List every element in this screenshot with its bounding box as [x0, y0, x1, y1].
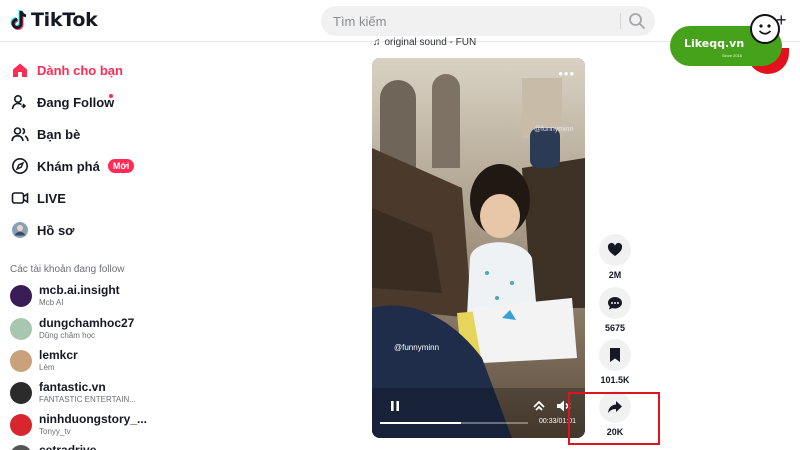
account-username: lemkcr — [39, 348, 78, 362]
following-account-item[interactable]: ninhduongstory_... Tonyy_tv — [10, 412, 160, 440]
profile-avatar-icon — [11, 221, 29, 239]
comment-action[interactable]: 5675 — [598, 287, 632, 333]
smiley-icon — [750, 14, 780, 44]
sidebar-item-label: Dành cho bạn — [37, 62, 123, 78]
live-icon — [11, 189, 29, 207]
account-display-name: Lèm — [39, 363, 55, 372]
avatar — [10, 382, 32, 404]
following-account-item[interactable]: fantastic.vn FANTASTIC ENTERTAIN... — [10, 380, 160, 408]
sidebar-item-friends[interactable]: Bạn bè — [11, 122, 80, 146]
sidebar-item-profile[interactable]: Hồ sơ — [11, 218, 74, 242]
logo-text: TikTok — [31, 9, 98, 31]
more-options-icon[interactable]: ••• — [558, 67, 575, 80]
sidebar-item-label: Đang Follow — [37, 94, 115, 110]
like-action[interactable]: 2M — [598, 234, 632, 280]
video-progress-fill — [380, 422, 462, 424]
bookmark-icon — [610, 348, 620, 362]
like-count: 2M — [608, 270, 622, 280]
account-display-name: Tonyy_tv — [39, 427, 71, 436]
like-button[interactable] — [599, 234, 631, 266]
music-note-icon: ♫ — [373, 37, 381, 48]
account-display-name: Mcb AI — [39, 298, 64, 307]
avatar — [10, 445, 32, 450]
comment-count: 5675 — [604, 323, 626, 333]
following-account-item[interactable]: lemkcr Lèm — [10, 348, 160, 376]
account-username: cetradrive — [39, 443, 97, 450]
video-watermark: @funnyminn — [394, 343, 440, 352]
comment-icon — [608, 297, 622, 310]
following-account-item[interactable]: dungchamhoc27 Dũng chăm học — [10, 316, 160, 344]
pause-icon[interactable] — [389, 400, 401, 412]
avatar — [10, 350, 32, 372]
sidebar-item-live[interactable]: LIVE — [11, 186, 66, 210]
search-bar[interactable]: Tìm kiếm — [321, 6, 655, 36]
search-input[interactable]: Tìm kiếm — [333, 14, 386, 29]
account-username: fantastic.vn — [39, 380, 106, 394]
heart-icon — [607, 242, 623, 256]
sidebar: Dành cho bạn Đang Follow Bạn bè Khám phá… — [0, 42, 160, 450]
tiktok-note-icon — [10, 10, 27, 30]
video-watermark-top: @funnyminn — [534, 126, 574, 133]
share-highlight-box — [568, 392, 660, 445]
notification-dot — [109, 94, 113, 98]
video-player[interactable]: ••• @funnyminn @funnyminn 00:33/01:01 — [372, 58, 585, 438]
sidebar-item-label: LIVE — [37, 190, 66, 206]
following-account-item[interactable]: mcb.ai.insight Mcb AI — [10, 283, 160, 311]
account-display-name: Dũng chăm học — [39, 331, 96, 340]
video-frame — [372, 58, 585, 438]
account-display-name: FANTASTIC ENTERTAIN... — [39, 395, 136, 404]
following-icon — [11, 93, 29, 111]
tiktok-logo[interactable]: TikTok — [10, 9, 98, 31]
bookmark-action[interactable]: 101.5K — [598, 339, 632, 385]
sidebar-item-explore[interactable]: Khám phá Mới — [11, 154, 135, 178]
floating-player-icon[interactable] — [532, 399, 546, 413]
home-icon — [11, 61, 29, 79]
search-divider — [620, 13, 621, 29]
friends-icon — [11, 125, 29, 143]
likeqq-watermark-logo: Likeqq.vn Since 2016 — [670, 14, 800, 74]
account-username: mcb.ai.insight — [39, 283, 120, 297]
sidebar-item-for-you[interactable]: Dành cho bạn — [11, 58, 123, 82]
account-username: ninhduongstory_... — [39, 412, 147, 426]
search-icon[interactable] — [627, 11, 647, 31]
bookmark-button[interactable] — [599, 339, 631, 371]
account-username: dungchamhoc27 — [39, 316, 135, 330]
following-accounts-title: Các tài khoản đang follow — [10, 264, 125, 275]
watermark-tagline: Since 2016 — [722, 53, 743, 58]
sidebar-item-label: Bạn bè — [37, 126, 81, 142]
sidebar-item-label: Hồ sơ — [37, 222, 75, 238]
avatar — [10, 318, 32, 340]
following-account-item[interactable]: cetradrive — [10, 443, 160, 450]
sound-name: original sound - FUN — [384, 37, 477, 48]
sidebar-item-following[interactable]: Đang Follow — [11, 90, 114, 114]
watermark-brand-text: Likeqq.vn — [684, 37, 745, 50]
sound-title[interactable]: ♫ original sound - FUN — [373, 37, 476, 48]
compass-icon — [11, 157, 29, 175]
avatar — [10, 285, 32, 307]
comment-button[interactable] — [599, 287, 631, 319]
video-progress-bar[interactable] — [380, 422, 528, 424]
avatar — [10, 414, 32, 436]
new-badge: Mới — [107, 159, 135, 173]
sidebar-item-label: Khám phá — [37, 158, 100, 174]
bookmark-count: 101.5K — [600, 375, 630, 385]
